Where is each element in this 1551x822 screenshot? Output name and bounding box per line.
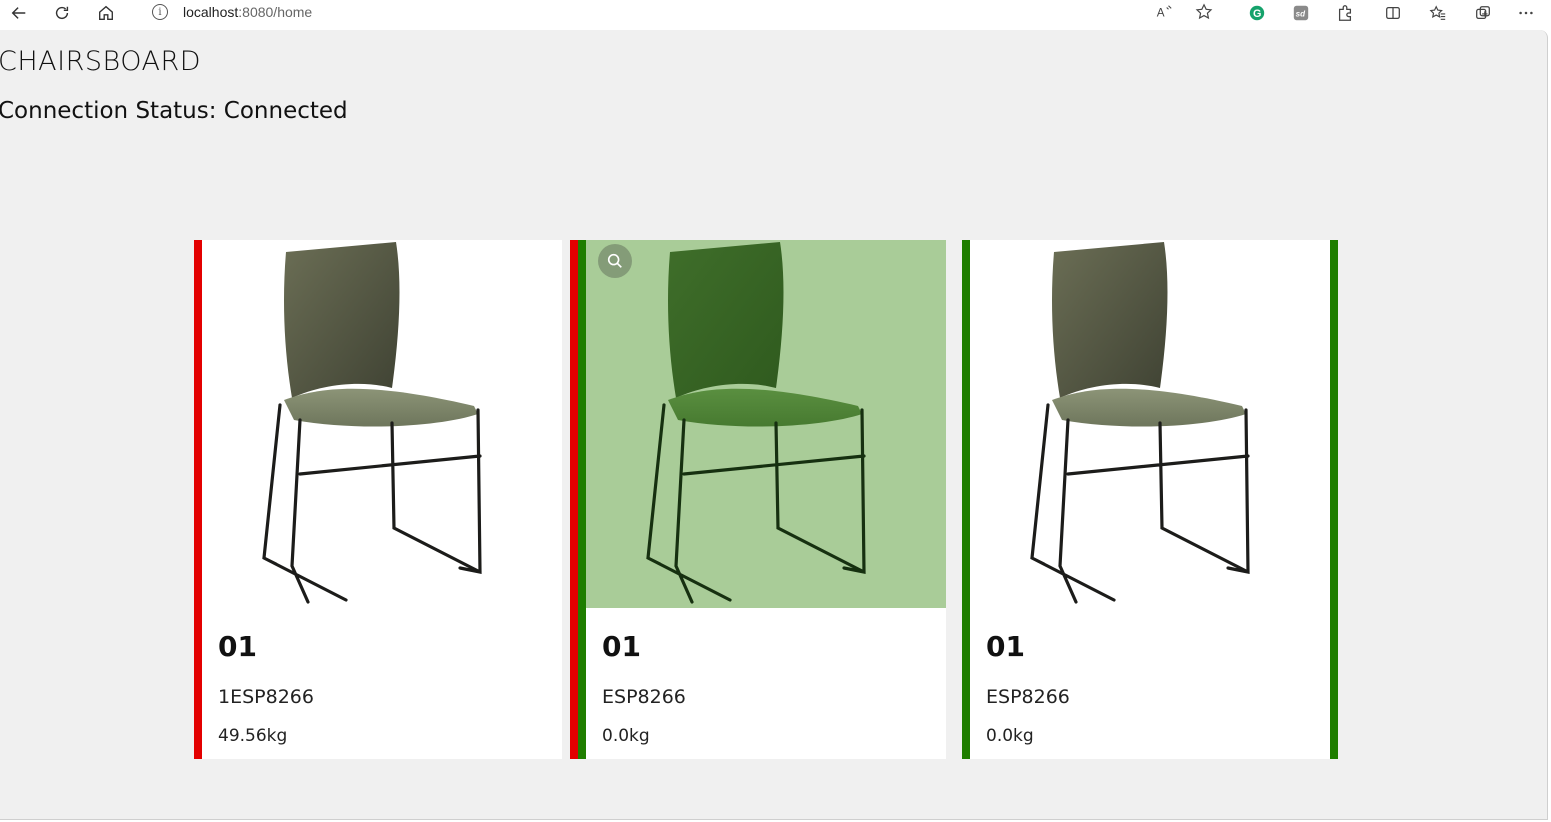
chair-weight: 0.0kg	[602, 726, 650, 746]
chair-id: 01	[602, 630, 641, 663]
chair-illustration	[646, 242, 866, 604]
more-icon[interactable]	[1516, 3, 1536, 23]
page-viewport: CHAIRSBOARD Connection Status: Connected…	[0, 30, 1548, 820]
chair-image[interactable]	[202, 240, 562, 608]
chair-id: 01	[986, 630, 1025, 663]
chair-device: ESP8266	[986, 686, 1070, 708]
home-button[interactable]	[93, 2, 119, 24]
split-screen-icon[interactable]	[1383, 3, 1403, 23]
favorite-star-icon[interactable]	[1193, 2, 1215, 22]
chair-weight: 0.0kg	[986, 726, 1034, 746]
chair-device: ESP8266	[602, 686, 686, 708]
chair-card[interactable]: 01 ESP8266 0.0kg	[570, 240, 946, 759]
connection-status: Connection Status: Connected	[0, 98, 348, 124]
back-button[interactable]	[6, 2, 32, 24]
back-icon	[11, 7, 26, 19]
address-bar[interactable]: i localhost:8080/home A	[134, 0, 1228, 25]
sd-extension-icon[interactable]: sd	[1291, 3, 1311, 23]
chair-image[interactable]	[970, 240, 1330, 608]
collections-icon[interactable]	[1473, 3, 1493, 23]
search-icon	[607, 253, 622, 268]
svg-text:sd: sd	[1296, 10, 1306, 19]
chair-id: 01	[218, 630, 257, 663]
svg-text:G: G	[1253, 8, 1261, 20]
refresh-button[interactable]	[49, 2, 75, 24]
favorites-icon[interactable]	[1428, 3, 1448, 23]
chair-device: 1ESP8266	[218, 686, 314, 708]
chair-image[interactable]	[586, 240, 946, 608]
grammarly-icon[interactable]: G	[1247, 3, 1267, 23]
chair-card[interactable]: 01 1ESP8266 49.56kg	[194, 240, 562, 759]
refresh-icon	[55, 6, 69, 20]
page-title: CHAIRSBOARD	[0, 46, 201, 77]
extensions-icon[interactable]	[1335, 3, 1355, 23]
chair-card[interactable]: 01 ESP8266 0.0kg	[962, 240, 1338, 759]
url-path: :8080/home	[238, 4, 313, 20]
chair-weight: 49.56kg	[218, 726, 288, 746]
browser-toolbar: i localhost:8080/home A G sd	[0, 0, 1551, 30]
zoom-button[interactable]	[598, 244, 632, 278]
chair-illustration	[262, 242, 482, 604]
svg-text:A: A	[1157, 7, 1165, 20]
status-bar-green	[1330, 240, 1338, 759]
read-aloud-icon[interactable]: A	[1153, 2, 1175, 22]
info-icon[interactable]: i	[152, 4, 168, 20]
status-bar-red	[570, 240, 578, 759]
chair-illustration	[1030, 242, 1250, 604]
url-host: localhost	[183, 4, 239, 20]
url-text[interactable]: localhost:8080/home	[183, 4, 312, 20]
home-icon	[99, 5, 113, 20]
